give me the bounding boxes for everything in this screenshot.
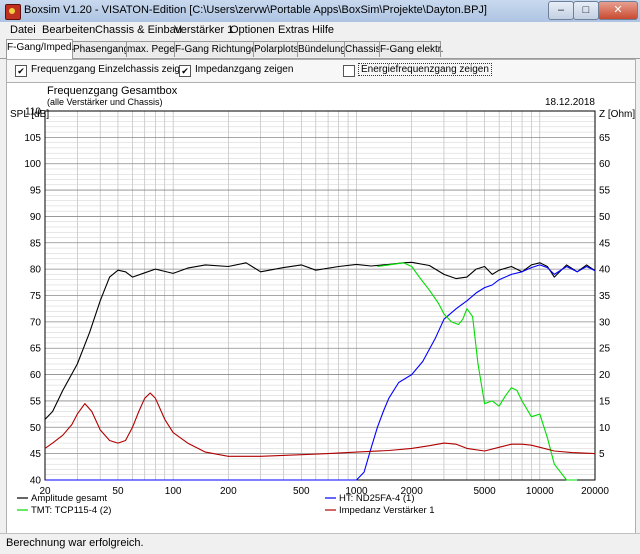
legend-label: Impedanz Verstärker 1 xyxy=(339,505,435,516)
x-tick-label: 500 xyxy=(293,486,310,497)
y-tick-right-label: 55 xyxy=(599,186,611,197)
label-einzelchassis: Frequenzgang Einzelchassis zeigen xyxy=(31,64,192,75)
x-tick-label: 100 xyxy=(165,486,182,497)
x-tick-label: 200 xyxy=(220,486,237,497)
x-tick-label: 50 xyxy=(112,486,124,497)
y-ticks-left: 40 45 50 55 60 65 70 75 80 85 90 95 100 105 110 xyxy=(24,107,41,487)
tab-strip: F-Gang/Imped. Phasengang max. Pegel F-Ga… xyxy=(0,39,640,59)
menu-bar: Datei Bearbeiten Chassis & Einbau Verstä… xyxy=(0,22,640,39)
app-icon xyxy=(5,4,21,20)
close-button[interactable]: ✕ xyxy=(598,1,638,20)
menu-chassis-einbau[interactable]: Chassis & Einbau xyxy=(95,24,182,36)
menu-hilfe[interactable]: Hilfe xyxy=(312,24,334,36)
menu-bearbeiten[interactable]: Bearbeiten xyxy=(42,24,95,36)
series-group xyxy=(44,261,596,481)
status-bar: Berechnung war erfolgreich. xyxy=(0,533,640,554)
y-tick-right-label: 50 xyxy=(599,212,611,223)
series-line xyxy=(45,264,596,481)
chart-subtitle: (alle Verstärker und Chassis) xyxy=(47,97,163,107)
y-tick-right-label: 40 xyxy=(599,265,611,276)
tab-polarplots[interactable]: Polarplots xyxy=(253,41,298,57)
y-tick-right-label: 10 xyxy=(599,423,611,434)
y-tick-left-label: 70 xyxy=(30,317,42,328)
x-tick-label: 10000 xyxy=(526,486,554,497)
options-bar: ✔ Frequenzgang Einzelchassis zeigen ✔ Im… xyxy=(6,59,636,83)
label-energiefrequenzgang: Energiefrequenzgang zeigen xyxy=(358,63,492,76)
y-tick-left-label: 40 xyxy=(30,476,42,487)
y-tick-left-label: 95 xyxy=(30,186,42,197)
y-tick-left-label: 100 xyxy=(24,159,41,170)
y-tick-right-label: 20 xyxy=(599,370,611,381)
y-tick-right-label: 30 xyxy=(599,317,611,328)
x-ticks: 20 50 100 200 500 1000 2000 5000 10000 20000 xyxy=(39,486,609,497)
y-tick-left-label: 50 xyxy=(30,423,42,434)
y-tick-left-label: 105 xyxy=(24,133,41,144)
window-title: Boxsim V1.20 - VISATON-Edition [C:\Users… xyxy=(24,4,487,16)
checkbox-einzelchassis[interactable]: ✔ xyxy=(15,65,27,77)
label-impedanzgang: Impedanzgang zeigen xyxy=(195,64,294,75)
y-tick-right-label: 35 xyxy=(599,291,611,302)
tab-f-gang-elektr[interactable]: F-Gang elektr. xyxy=(379,41,443,57)
maximize-button[interactable]: □ xyxy=(573,1,599,20)
y-tick-right-label: 5 xyxy=(599,449,605,460)
menu-optionen[interactable]: Optionen xyxy=(230,24,275,36)
y-axis-right-label: Z [Ohm] xyxy=(599,109,635,120)
y-tick-right-label: 45 xyxy=(599,238,611,249)
y-ticks-right: 5 10 15 20 25 30 35 40 45 50 55 60 65 xyxy=(599,133,611,460)
tab-f-gang-imped[interactable]: F-Gang/Imped. xyxy=(6,39,74,59)
y-tick-left-label: 60 xyxy=(30,370,42,381)
y-tick-left-label: 65 xyxy=(30,344,42,355)
tab-phasengang[interactable]: Phasengang xyxy=(72,41,129,57)
status-text: Berechnung war erfolgreich. xyxy=(6,537,144,549)
chart-date: 18.12.2018 xyxy=(545,97,595,108)
legend-label: Amplitude gesamt xyxy=(31,493,107,504)
checkbox-energiefrequenzgang[interactable] xyxy=(343,65,355,77)
y-tick-right-label: 60 xyxy=(599,159,611,170)
menu-verstaerker[interactable]: Verstärker 1 xyxy=(174,24,233,36)
y-tick-left-label: 45 xyxy=(30,449,42,460)
y-tick-left-label: 85 xyxy=(30,238,42,249)
y-tick-left-label: 80 xyxy=(30,265,42,276)
title-bar: Boxsim V1.20 - VISATON-Edition [C:\Users… xyxy=(0,0,640,23)
checkbox-impedanzgang[interactable]: ✔ xyxy=(179,65,191,77)
tab-f-gang-richtungen[interactable]: F-Gang Richtungen xyxy=(174,41,262,57)
tab-max-pegel[interactable]: max. Pegel xyxy=(126,41,177,57)
frequency-response-chart: Frequenzgang Gesamtbox (alle Verstärker … xyxy=(10,85,635,516)
plot-area: Frequenzgang Gesamtbox (alle Verstärker … xyxy=(6,82,636,534)
y-tick-right-label: 65 xyxy=(599,133,611,144)
x-tick-label: 5000 xyxy=(473,486,496,497)
menu-datei[interactable]: Datei xyxy=(10,24,36,36)
tab-buendelung[interactable]: Bündelung xyxy=(297,41,346,57)
minimize-button[interactable]: – xyxy=(548,1,574,20)
menu-extras[interactable]: Extras xyxy=(278,24,309,36)
tab-chassis[interactable]: Chassis xyxy=(344,41,381,57)
y-tick-right-label: 15 xyxy=(599,396,611,407)
y-tick-left-label: 55 xyxy=(30,396,42,407)
x-tick-label: 20000 xyxy=(581,486,609,497)
y-tick-left-label: 110 xyxy=(25,107,41,118)
y-tick-right-label: 25 xyxy=(599,344,611,355)
y-tick-left-label: 90 xyxy=(30,212,42,223)
legend-label: HT: ND25FA-4 (1) xyxy=(339,493,415,504)
y-tick-left-label: 75 xyxy=(30,291,42,302)
chart-title: Frequenzgang Gesamtbox xyxy=(47,85,178,97)
series-line xyxy=(44,392,596,457)
legend-label: TMT: TCP115-4 (2) xyxy=(31,505,111,516)
